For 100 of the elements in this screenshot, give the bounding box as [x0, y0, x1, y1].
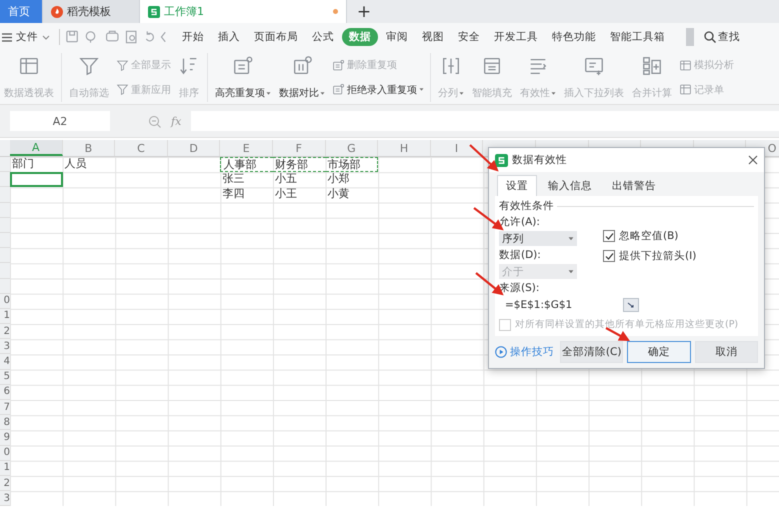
table-cell-text: 小五: [274, 172, 298, 188]
dialog-tab[interactable]: 出错警告: [603, 175, 665, 196]
ribbon-tab[interactable]: 公式: [312, 28, 334, 46]
play-icon: [495, 346, 507, 358]
row-header[interactable]: 5: [0, 370, 10, 385]
caret-icon: [568, 236, 574, 240]
table-cell-text: 李四: [221, 187, 246, 202]
column-header[interactable]: I: [430, 140, 484, 156]
column-header[interactable]: D: [168, 140, 220, 156]
column-header[interactable]: B: [62, 140, 116, 156]
check-icon: [604, 252, 614, 260]
document-tab[interactable]: 工作簿1: [140, 0, 347, 23]
new-tab-button[interactable]: +: [347, 0, 381, 23]
checkbox[interactable]: 忽略空值(B): [603, 229, 696, 243]
caret-icon: [419, 88, 424, 92]
allow-label: 允许(A):: [499, 215, 541, 229]
column-header[interactable]: F: [272, 140, 326, 156]
row-header[interactable]: 1: [0, 308, 10, 324]
flame-icon: [51, 6, 63, 18]
ribbon-button[interactable]: 拒绝录入重复项: [329, 80, 427, 99]
tips-link[interactable]: 操作技巧: [495, 345, 554, 359]
dialog-button[interactable]: 确定: [627, 341, 691, 363]
form-icon: [481, 55, 503, 77]
table-compare-icon: [291, 55, 313, 77]
merge-icon: [641, 55, 663, 77]
row-header[interactable]: 0: [0, 294, 10, 309]
dialog-button[interactable]: 全部清除(C): [560, 341, 624, 363]
ribbon-tab[interactable]: 安全: [458, 28, 480, 46]
name-box[interactable]: A2: [10, 111, 110, 131]
caret-icon: [568, 270, 574, 274]
table-cell-text: 小黄: [326, 187, 351, 202]
data-label: 数据(D):: [499, 248, 542, 262]
unsaved-dot: [333, 9, 338, 14]
column-header[interactable]: H: [378, 140, 431, 156]
table-cell-text: 小郑: [326, 172, 351, 188]
funnel-icon: [78, 55, 100, 77]
table-star-icon: [232, 55, 254, 77]
annotation-arrow: [469, 144, 499, 172]
close-icon[interactable]: [748, 155, 758, 165]
table-cell: 人事部: [220, 157, 273, 172]
column-header[interactable]: C: [115, 140, 168, 156]
zoom-icon[interactable]: [148, 114, 161, 128]
table-cell: 市场部: [326, 157, 378, 172]
sheet-app-icon: [148, 6, 160, 18]
ribbon-button[interactable]: 高亮重复项: [211, 53, 275, 102]
scroll-handle[interactable]: [686, 28, 694, 46]
group-label: 有效性条件: [499, 199, 554, 213]
annotation-arrow: [605, 327, 630, 342]
row-header[interactable]: 0: [0, 446, 10, 461]
table-cell: 财务部: [272, 157, 326, 172]
document-tab[interactable]: 首页: [0, 0, 43, 23]
check-icon: [604, 232, 614, 240]
dialog-tab[interactable]: 输入信息: [539, 175, 601, 196]
ribbon-tab[interactable]: 智能工具箱: [610, 28, 665, 46]
row-header[interactable]: 3: [0, 339, 10, 354]
columns-icon: [440, 55, 462, 77]
table-cell-text: 部门: [11, 157, 35, 172]
funnel-icon: [116, 83, 129, 96]
row-header[interactable]: 2: [0, 476, 10, 492]
column-header[interactable]: G: [326, 140, 378, 156]
ribbon-tab[interactable]: 开发工具: [494, 28, 538, 46]
search-button[interactable]: 查找: [704, 30, 740, 44]
row-header[interactable]: 8: [0, 415, 10, 430]
allow-dropdown[interactable]: 序列: [499, 231, 577, 246]
search-icon: [704, 31, 716, 43]
function-label[interactable]: fx: [171, 114, 182, 128]
row-header[interactable]: 6: [0, 384, 10, 400]
ribbon-tab[interactable]: 特色功能: [552, 28, 596, 46]
ribbon-tab[interactable]: 视图: [422, 28, 444, 46]
funnel-icon: [116, 58, 129, 72]
row-header[interactable]: 2: [0, 324, 10, 340]
caret-icon: [459, 92, 464, 94]
column-header[interactable]: E: [220, 140, 273, 156]
column-header[interactable]: A: [10, 140, 63, 156]
ribbon-tab[interactable]: 插入: [218, 28, 240, 46]
row-header[interactable]: 7: [0, 400, 10, 416]
table-cell-text: 小王: [274, 187, 298, 202]
row-header[interactable]: 4: [0, 354, 10, 370]
caret-icon: [551, 92, 556, 94]
dialog-button[interactable]: 取消: [694, 341, 758, 363]
document-tab[interactable]: 稻壳模板: [43, 0, 140, 23]
dialog-title: 数据有效性: [512, 153, 568, 167]
row-header[interactable]: 3: [0, 491, 10, 506]
ribbon-tab[interactable]: 开始: [182, 28, 204, 46]
chevron-icon: [42, 34, 50, 40]
caret-icon: [266, 92, 271, 94]
menu-icon: [2, 32, 12, 42]
file-menu[interactable]: 文件: [0, 30, 54, 44]
range-picker-icon[interactable]: [623, 298, 639, 312]
caret-icon: [320, 92, 325, 94]
ribbon-tab[interactable]: 页面布局: [254, 28, 298, 46]
checkbox[interactable]: 提供下拉箭头(I): [603, 249, 696, 263]
ribbon-button[interactable]: 数据对比: [275, 53, 329, 102]
table-cell-text: 张三: [221, 172, 246, 188]
ribbon-tab[interactable]: 审阅: [386, 28, 408, 46]
dialog-tab[interactable]: 设置: [497, 175, 537, 196]
row-header[interactable]: 1: [0, 460, 10, 476]
table-icon: [18, 55, 40, 77]
row-header[interactable]: 9: [0, 430, 10, 446]
ribbon-tab[interactable]: 数据: [342, 28, 378, 46]
